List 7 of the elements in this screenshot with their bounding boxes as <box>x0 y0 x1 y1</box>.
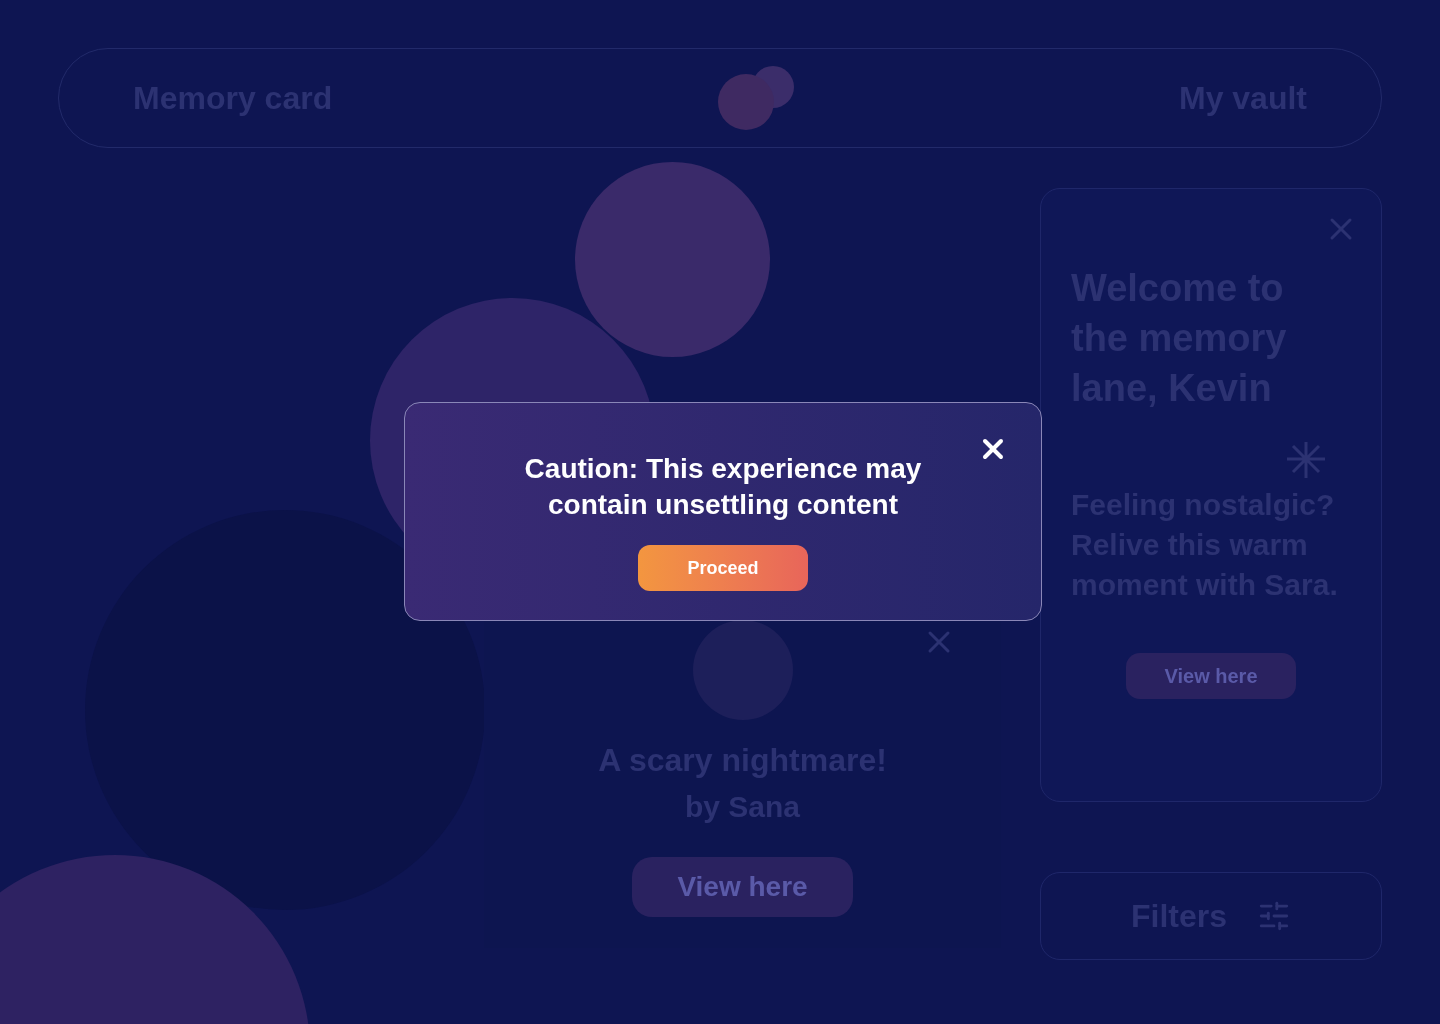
proceed-button[interactable]: Proceed <box>638 545 808 591</box>
view-here-button[interactable]: View here <box>1126 653 1296 699</box>
logo-icon <box>717 66 794 130</box>
sliders-icon <box>1257 899 1291 933</box>
caution-message: Caution: This experience may contain unsettling content <box>523 452 923 522</box>
sparkle-icon <box>1285 441 1327 479</box>
view-here-button[interactable]: View here <box>632 857 853 917</box>
